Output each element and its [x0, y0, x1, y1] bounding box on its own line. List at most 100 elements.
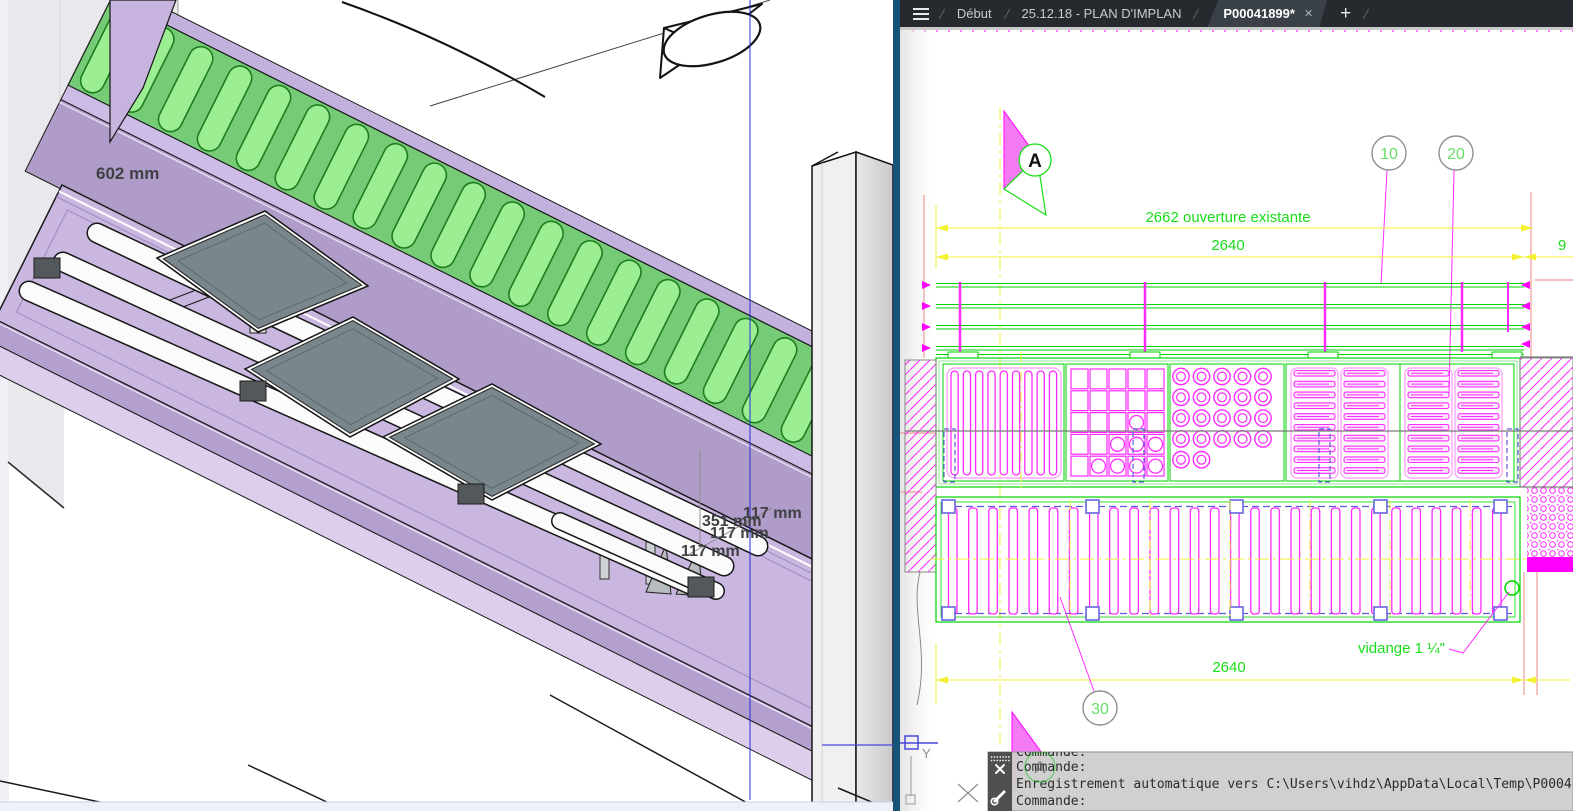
post-square [1493, 499, 1508, 514]
magenta-bar [1527, 557, 1573, 572]
grid-cell [1146, 368, 1165, 390]
grid-cell [1108, 412, 1127, 434]
conveyor-roller [1189, 507, 1200, 615]
conveyor-roller [947, 507, 958, 615]
right-wall-section [1519, 357, 1573, 488]
balloon-10-label: 10 [1380, 146, 1398, 163]
post-square [941, 606, 956, 621]
conveyor-roller [1048, 507, 1059, 615]
conveyor-roller [1088, 507, 1099, 615]
conveyor-roller [1169, 507, 1180, 615]
grid-circle [1128, 414, 1145, 431]
slot [1011, 370, 1021, 476]
autocad-drawing-canvas[interactable]: A 10 20 2662 ouverture existante 2640 9 … [900, 27, 1573, 811]
vidange-label: vidange 1 ¼" [1358, 640, 1445, 657]
new-tab-button[interactable]: + [1336, 4, 1355, 23]
tab-drawing-plan[interactable]: 25.12.18 - PLAN D'IMPLAN [1017, 1, 1185, 26]
post-square [1085, 606, 1100, 621]
grid-cell [1127, 368, 1146, 390]
ucs-y-label: Y [922, 746, 931, 761]
post-square [1229, 499, 1244, 514]
insulation-hatch [1527, 487, 1573, 557]
foot-block [33, 257, 61, 279]
post-square [1373, 499, 1388, 514]
conveyor-roller [1250, 507, 1260, 615]
grid-cell [1070, 390, 1089, 412]
cad-3d-viewport[interactable]: 602 mm 351 mm 117 mm 117 mm 117 mm [0, 0, 893, 811]
dim-label-117-c: 117 mm [681, 543, 740, 560]
desktop: 602 mm 351 mm 117 mm 117 mm 117 mm / Déb… [0, 0, 1573, 811]
conveyor-roller [988, 507, 998, 615]
slot [1036, 370, 1045, 476]
slot [999, 370, 1009, 476]
conveyor-roller [1270, 507, 1281, 615]
grid-cell [1089, 390, 1108, 412]
slot [1024, 370, 1033, 476]
conveyor-roller [1149, 507, 1160, 615]
conveyor-roller [1471, 507, 1482, 615]
active-tab-label: P00041899* [1223, 6, 1295, 21]
conveyor-roller [1491, 507, 1502, 615]
foot-block [457, 483, 485, 505]
north-letter: A [1028, 151, 1042, 172]
conveyor-roller [1330, 507, 1341, 615]
slot [962, 370, 972, 476]
foot-block [687, 576, 715, 598]
conveyor-roller [968, 507, 978, 615]
canvas-top-strip [900, 27, 1573, 30]
tab-close-icon[interactable]: ✕ [1304, 7, 1313, 20]
conveyor-roller [1028, 507, 1039, 615]
3d-model-canvas[interactable]: 602 mm 351 mm 117 mm 117 mm 117 mm [0, 0, 893, 811]
conveyor-roller [1451, 507, 1462, 615]
grid-cell [1070, 412, 1089, 434]
post-square [1085, 499, 1100, 514]
conveyor-roller [1350, 507, 1361, 615]
grid-cell [1070, 455, 1089, 477]
command-history-line: Enregistrement automatique vers C:\Users… [1016, 777, 1573, 792]
tab-active-p00041899[interactable]: P00041899* ✕ [1207, 0, 1327, 27]
grid-cell [1070, 433, 1089, 455]
post-square [1229, 606, 1244, 621]
conveyor-roller [1310, 507, 1321, 615]
post-square [1373, 606, 1388, 621]
dim-label-602: 602 mm [96, 164, 159, 183]
command-prompt-line[interactable]: Commande: [1016, 794, 1086, 809]
command-window[interactable]: Commande: Commande: Enregistrement autom… [987, 745, 1573, 811]
grid-cell [1089, 368, 1108, 390]
grid-cell [1108, 368, 1127, 390]
window-bottom-strip [0, 802, 893, 811]
dim-label-117-a: 117 mm [743, 505, 802, 522]
grid-circle [1147, 436, 1164, 452]
grid-cell [1089, 412, 1108, 434]
conveyor-roller [1391, 507, 1401, 615]
dim-right-clipped-label: 9 [1558, 237, 1566, 254]
grid-circle [1090, 458, 1107, 474]
tab-start[interactable]: Début [953, 1, 996, 26]
tab-separator: / [1362, 5, 1371, 22]
left-edge-strip [0, 0, 9, 811]
gray-column [811, 150, 893, 811]
window-divider[interactable] [893, 0, 900, 811]
dim-2640-top-label: 2640 [1211, 237, 1244, 254]
left-wall-section [904, 359, 937, 573]
conveyor-roller [1431, 507, 1442, 615]
tab-separator: / [938, 5, 946, 22]
grid-cell [1070, 368, 1089, 390]
grid-circle [1128, 436, 1145, 452]
file-tab-bar: / Début / 25.12.18 - PLAN D'IMPLAN / P00… [900, 0, 1573, 27]
grid-cell [1127, 390, 1146, 412]
grid-circle [1109, 458, 1126, 474]
conveyor-roller [1209, 507, 1220, 615]
conveyor-roller [1109, 507, 1119, 615]
slot [987, 370, 996, 476]
grid-circle [1147, 458, 1164, 474]
conveyor-roller [1068, 507, 1079, 615]
tab-separator: / [1192, 5, 1201, 22]
conveyor-roller [1129, 507, 1139, 615]
tab-separator: / [1002, 5, 1011, 22]
dim-opening-label: 2662 ouverture existante [1145, 209, 1310, 226]
app-menu-icon[interactable] [913, 7, 929, 20]
foot-block [239, 380, 267, 402]
grid-cell [1146, 390, 1165, 412]
grid-circle [1109, 436, 1126, 452]
